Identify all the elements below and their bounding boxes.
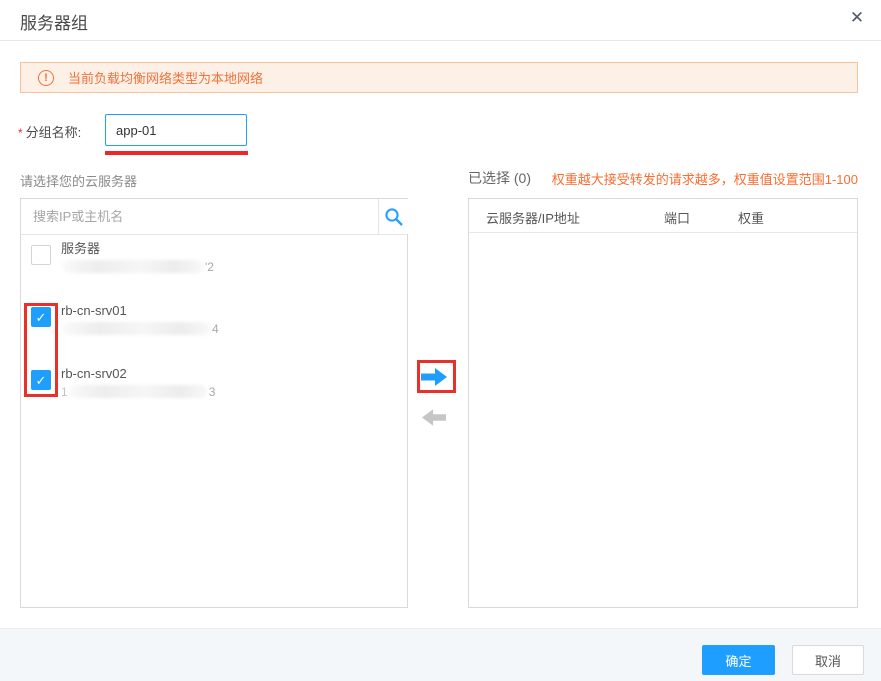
group-name-label-text: 分组名称:	[26, 125, 82, 140]
ip-visible-prefix: 1	[61, 385, 68, 399]
group-name-input[interactable]	[105, 114, 247, 146]
selected-table-header: 云服务器/IP地址 端口 权重	[469, 199, 857, 233]
column-header-port: 端口	[664, 208, 690, 227]
server-checkbox[interactable]	[31, 245, 51, 265]
search-button[interactable]	[379, 199, 408, 234]
warning-icon: !	[38, 70, 54, 86]
server-ip-redacted: '2	[61, 259, 214, 274]
move-right-arrow-icon[interactable]	[421, 367, 447, 387]
server-list: 服务器'2✓rb-cn-srv014✓rb-cn-srv0213	[21, 235, 407, 607]
required-asterisk: *	[18, 126, 23, 140]
server-info: rb-cn-srv0213	[61, 366, 215, 399]
dialog-footer: 确定 取消	[0, 628, 881, 681]
server-checkbox-checked[interactable]: ✓	[31, 370, 51, 390]
server-checkbox-checked[interactable]: ✓	[31, 307, 51, 327]
server-row: 服务器 '2	[31, 241, 214, 274]
ip-visible-suffix: 4	[212, 322, 219, 336]
column-header-server-ip: 云服务器/IP地址	[486, 208, 580, 227]
server-name: rb-cn-srv02	[61, 366, 215, 382]
column-header-weight: 权重	[738, 208, 764, 227]
annotation-underline	[105, 151, 248, 155]
server-info: 服务器 '2	[61, 241, 214, 274]
search-input[interactable]	[21, 199, 366, 234]
redaction-blur	[69, 385, 207, 398]
redaction-blur	[62, 322, 210, 335]
search-icon	[384, 207, 403, 226]
server-info: rb-cn-srv01 4	[61, 303, 219, 336]
dialog-title: 服务器组	[20, 9, 88, 34]
move-left-arrow-icon[interactable]	[422, 408, 446, 427]
select-servers-heading: 请选择您的云服务器	[20, 171, 137, 190]
server-name: 服务器	[61, 241, 214, 257]
selected-count-label: 已选择 (0)	[468, 168, 531, 188]
warning-text: 当前负载均衡网络类型为本地网络	[68, 68, 263, 87]
close-icon[interactable]: ✕	[845, 6, 869, 30]
ip-visible-suffix: '2	[205, 260, 214, 274]
server-row: ✓ rb-cn-srv01 4	[31, 303, 219, 336]
server-ip-redacted: 13	[61, 384, 215, 399]
redaction-blur	[62, 260, 203, 273]
search-row	[21, 199, 407, 235]
weight-hint-text: 权重越大接受转发的请求越多，权重值设置范围1-100	[552, 169, 858, 188]
confirm-button[interactable]: 确定	[702, 645, 775, 675]
server-group-dialog: 服务器组 ✕ ! 当前负载均衡网络类型为本地网络 *分组名称: 请选择您的云服务…	[0, 0, 881, 681]
ip-visible-suffix: 3	[209, 385, 216, 399]
header-divider	[0, 40, 881, 41]
server-select-panel: 服务器'2✓rb-cn-srv014✓rb-cn-srv0213	[20, 198, 408, 608]
selected-servers-panel: 云服务器/IP地址 端口 权重	[468, 198, 858, 608]
warning-banner: ! 当前负载均衡网络类型为本地网络	[20, 62, 858, 93]
cancel-button[interactable]: 取消	[792, 645, 864, 675]
group-name-label: *分组名称:	[18, 122, 81, 141]
server-row: ✓rb-cn-srv0213	[31, 366, 215, 399]
server-ip-redacted: 4	[61, 321, 219, 336]
server-name: rb-cn-srv01	[61, 303, 219, 319]
